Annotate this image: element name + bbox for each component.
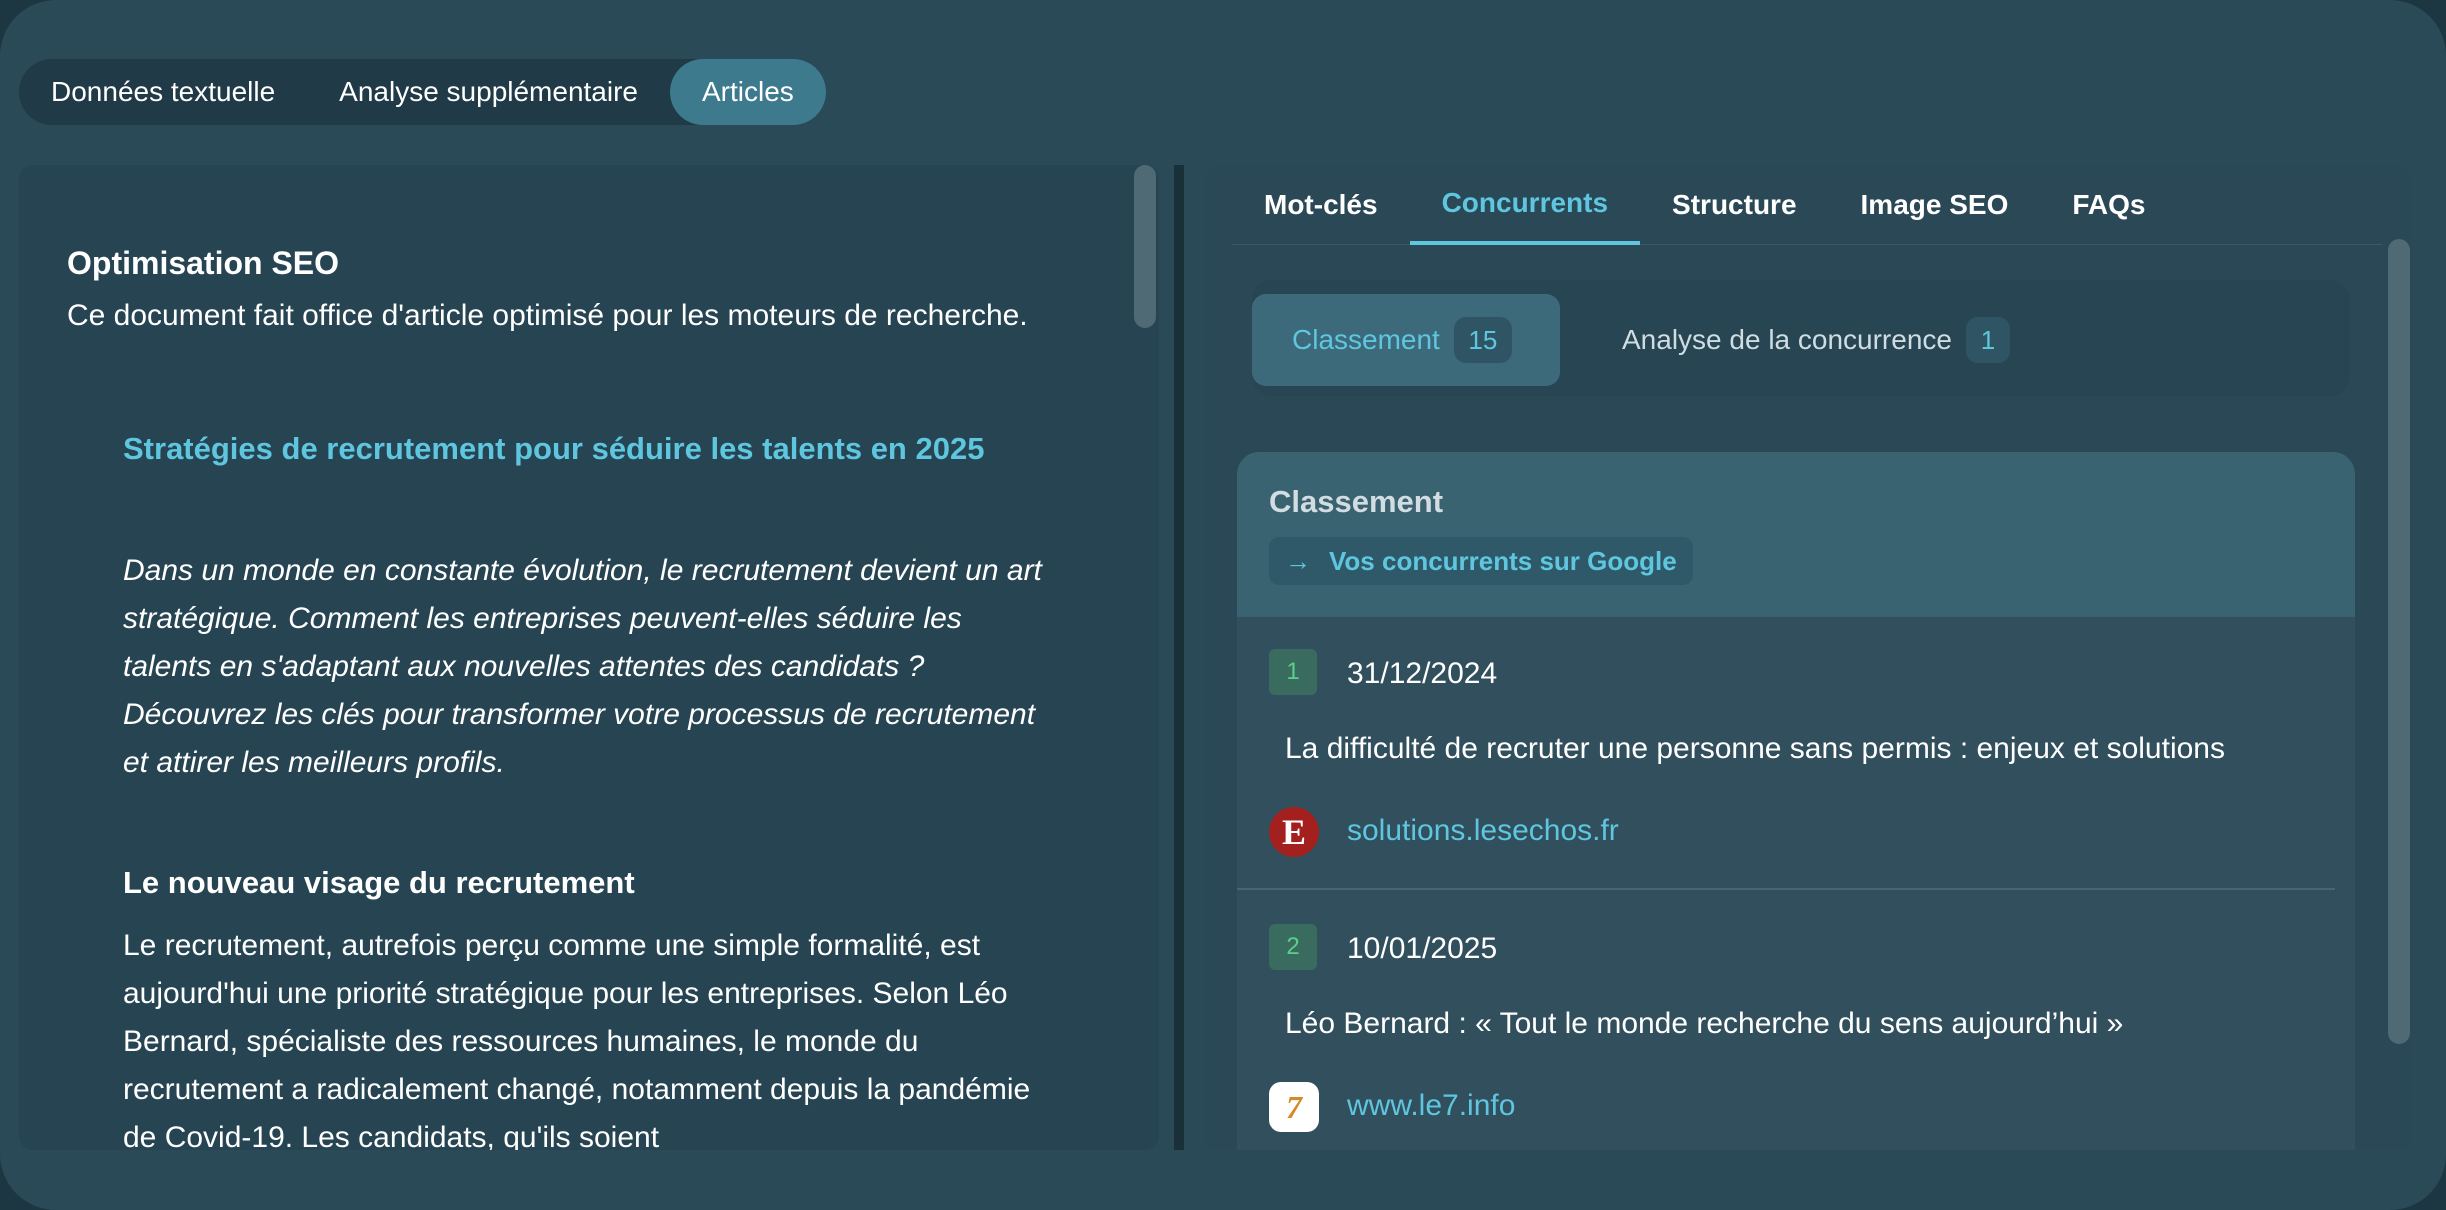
ranking-item[interactable]: 2 10/01/2025 Léo Bernard : « Tout le mon… xyxy=(1237,892,2335,1150)
panel-divider[interactable] xyxy=(1174,165,1184,1150)
google-competitors-label: Vos concurrents sur Google xyxy=(1329,545,1677,576)
lesechos-favicon-icon: E xyxy=(1269,807,1319,857)
tab-structure[interactable]: Structure xyxy=(1640,165,1828,245)
ranking-header: Classement → Vos concurrents sur Google xyxy=(1237,452,2355,617)
article-intro: Dans un monde en constante évolution, le… xyxy=(123,554,1042,779)
article-scrollbar[interactable] xyxy=(1134,165,1156,328)
rank-number: 1 xyxy=(1269,649,1317,695)
rank-number: 2 xyxy=(1269,924,1317,970)
arrow-right-icon: → xyxy=(1285,545,1311,576)
app-window: Données textuelle Analyse supplémentaire… xyxy=(0,0,2446,1210)
rank-title[interactable]: La difficulté de recruter une personne s… xyxy=(1285,732,2305,766)
tab-concurrents[interactable]: Concurrents xyxy=(1409,165,1641,245)
segment-classement-label: Classement xyxy=(1292,324,1440,355)
tab-image-seo[interactable]: Image SEO xyxy=(1829,165,2041,245)
ranking-card: Classement → Vos concurrents sur Google … xyxy=(1237,452,2355,1150)
rank-date: 31/12/2024 xyxy=(1347,657,1498,690)
document-description: Ce document fait office d'article optimi… xyxy=(67,299,1028,332)
rank-date: 10/01/2025 xyxy=(1347,932,1498,965)
top-tab-bar: Données textuelle Analyse supplémentaire… xyxy=(19,59,826,125)
segment-analyse-label: Analyse de la concurrence xyxy=(1622,324,1952,355)
analyse-count-badge: 1 xyxy=(1965,317,2010,363)
section-body: Le recrutement, autrefois perçu comme un… xyxy=(123,929,1031,1150)
seo-panel-scrollbar[interactable] xyxy=(2388,239,2410,1044)
tab-analyse-supplementaire[interactable]: Analyse supplémentaire xyxy=(307,59,670,125)
tab-articles[interactable]: Articles xyxy=(670,59,826,125)
article-title: Stratégies de recrutement pour séduire l… xyxy=(123,431,985,466)
document-heading: Optimisation SEO xyxy=(67,245,340,281)
seo-sub-tabs: Mot-clés Concurrents Structure Image SEO… xyxy=(1232,165,2382,245)
ranking-item[interactable]: 1 31/12/2024 La difficulté de recruter u… xyxy=(1237,617,2335,890)
ranking-title: Classement xyxy=(1269,484,1444,519)
tab-faqs[interactable]: FAQs xyxy=(2040,165,2177,245)
section-title: Le nouveau visage du recrutement xyxy=(123,865,635,900)
tab-donnees-textuelle[interactable]: Données textuelle xyxy=(19,59,307,125)
rank-domain-link[interactable]: www.le7.info xyxy=(1347,1089,1515,1123)
le7-favicon-icon: 7 xyxy=(1269,1082,1319,1132)
google-competitors-link[interactable]: → Vos concurrents sur Google xyxy=(1269,537,1693,585)
classement-count-badge: 15 xyxy=(1453,317,1512,363)
segment-classement[interactable]: Classement 15 xyxy=(1252,294,1560,386)
competitor-segment-control: Classement 15 Analyse de la concurrence … xyxy=(1252,280,2350,396)
rank-domain-link[interactable]: solutions.lesechos.fr xyxy=(1347,814,1619,848)
seo-panel: Mot-clés Concurrents Structure Image SEO… xyxy=(1204,165,2412,1150)
rank-title[interactable]: Léo Bernard : « Tout le monde recherche … xyxy=(1285,1007,2305,1041)
segment-analyse-concurrence[interactable]: Analyse de la concurrence 1 xyxy=(1622,294,2010,386)
article-panel[interactable]: Optimisation SEO Ce document fait office… xyxy=(19,165,1159,1150)
tab-mot-cles[interactable]: Mot-clés xyxy=(1232,165,1410,245)
